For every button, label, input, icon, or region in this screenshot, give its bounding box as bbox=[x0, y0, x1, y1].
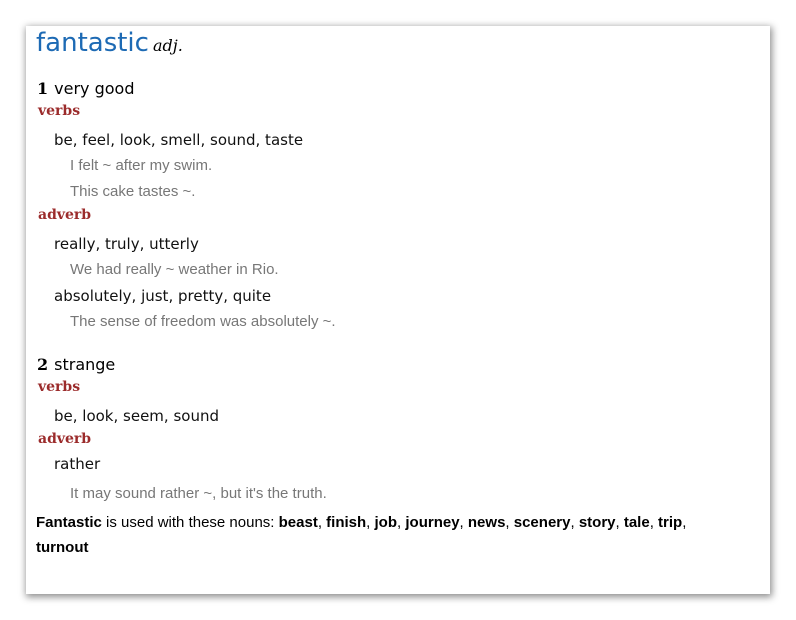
note-text: is used with these nouns: bbox=[101, 514, 279, 531]
sense-2-heading: 2 strange bbox=[37, 355, 115, 374]
sense-1-heading: 1 very good bbox=[37, 79, 134, 98]
example-sentence: I felt ~ after my swim. bbox=[70, 157, 213, 174]
noun: tale bbox=[623, 514, 650, 531]
dictionary-entry-panel: fantastic adj. 1 very good verbs be, feel,… bbox=[26, 26, 770, 594]
category-label: adverb bbox=[38, 207, 92, 223]
example-sentence: It may sound rather ~, but it's the trut… bbox=[70, 485, 327, 502]
sense-number: 2 bbox=[37, 355, 49, 374]
noun: trip bbox=[658, 514, 683, 531]
sense-meaning: strange bbox=[54, 355, 116, 374]
collocation: rather bbox=[54, 455, 101, 473]
note-subject: Fantastic bbox=[36, 514, 102, 531]
noun-collocations-note: Fantastic is used with these nouns: beas… bbox=[36, 514, 687, 556]
noun: news bbox=[467, 514, 506, 531]
category-label: verbs bbox=[38, 379, 81, 395]
example-sentence: This cake tastes ~. bbox=[70, 183, 196, 200]
entry-headword-line: fantastic adj. bbox=[36, 28, 183, 58]
sense-meaning: very good bbox=[54, 79, 135, 98]
collocation: absolutely, just, pretty, quite bbox=[54, 287, 272, 305]
noun: finish bbox=[326, 514, 367, 531]
collocation: be, look, seem, sound bbox=[54, 407, 219, 425]
sense-number: 1 bbox=[37, 79, 49, 98]
category-label: adverb bbox=[38, 431, 92, 447]
noun: journey bbox=[405, 514, 460, 531]
noun: scenery bbox=[513, 514, 571, 531]
noun: beast bbox=[278, 514, 318, 531]
collocation: really, truly, utterly bbox=[54, 235, 199, 253]
noun: job bbox=[374, 514, 398, 531]
part-of-speech: adj. bbox=[152, 36, 183, 55]
example-sentence: The sense of freedom was absolutely ~. bbox=[70, 313, 336, 330]
headword: fantastic bbox=[36, 28, 149, 58]
noun: story bbox=[578, 514, 616, 531]
collocation: be, feel, look, smell, sound, taste bbox=[54, 131, 304, 149]
noun: turnout bbox=[36, 539, 89, 556]
category-label: verbs bbox=[38, 103, 81, 119]
example-sentence: We had really ~ weather in Rio. bbox=[70, 261, 279, 278]
